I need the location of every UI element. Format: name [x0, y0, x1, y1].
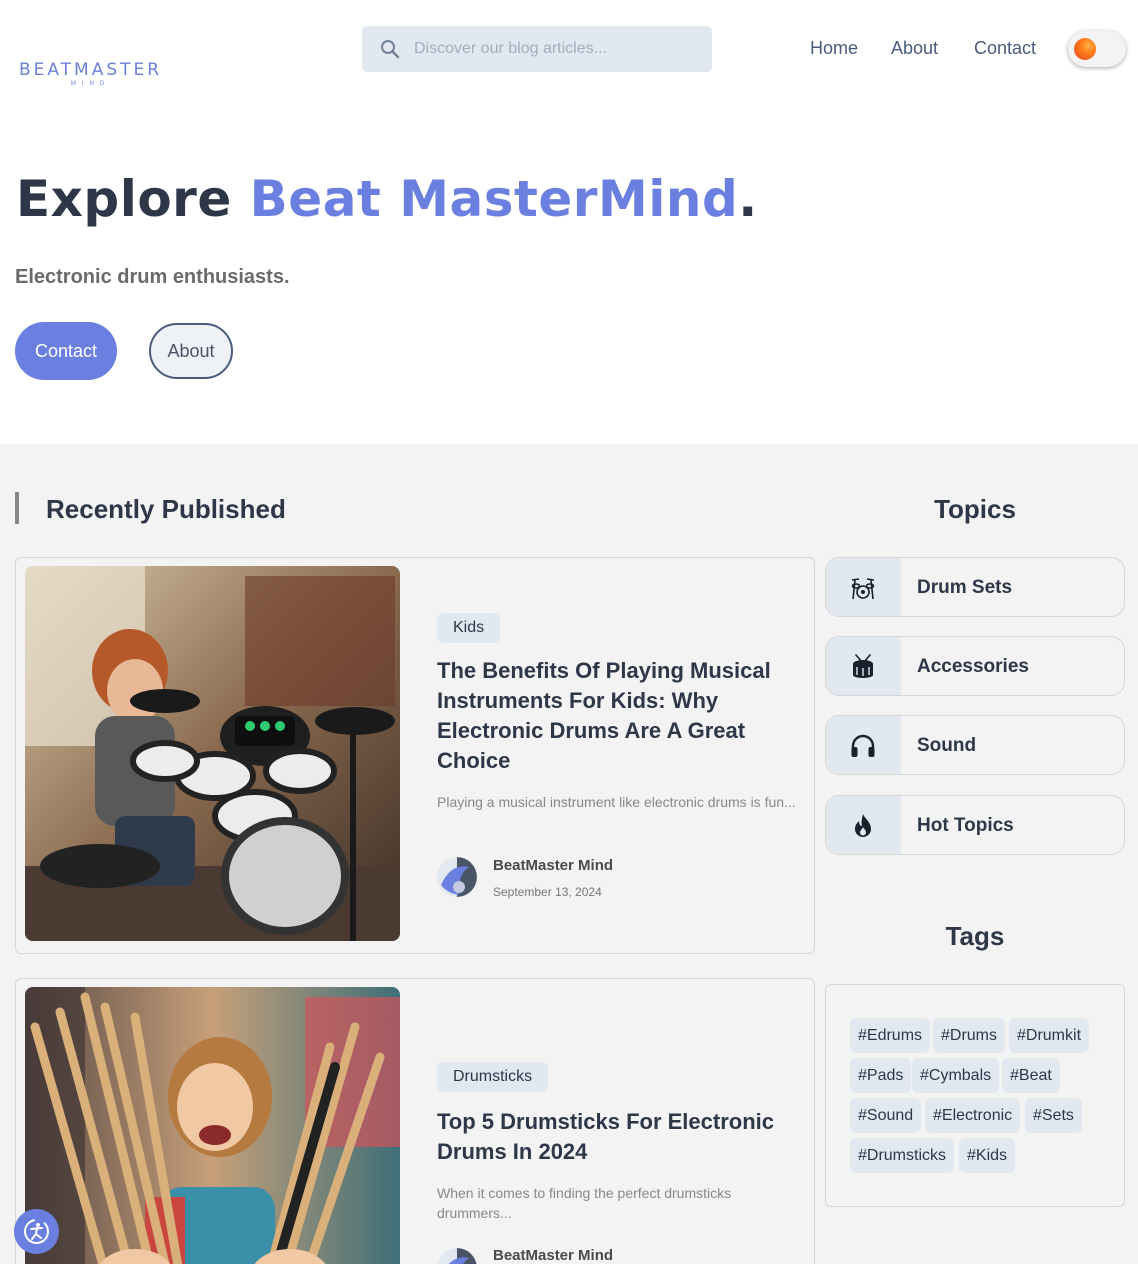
headphones-icon [851, 734, 875, 757]
topic-hot-topics[interactable]: Hot Topics [825, 795, 1125, 855]
post-card[interactable]: Drumsticks Top 5 Drumsticks For Electron… [15, 978, 815, 1264]
hero-title-suffix: . [738, 170, 758, 228]
topic-icon-container [826, 796, 901, 854]
post-title[interactable]: Top 5 Drumsticks For Electronic Drums In… [437, 1107, 787, 1167]
topic-label: Drum Sets [917, 577, 1013, 598]
tag-beat[interactable]: #Beat [1002, 1058, 1060, 1093]
drum-set-icon [851, 578, 875, 600]
accessibility-button[interactable] [14, 1209, 59, 1254]
post-card[interactable]: Kids The Benefits Of Playing Musical Ins… [15, 557, 815, 954]
section-accent-bar [15, 492, 19, 524]
tag-drums[interactable]: #Drums [933, 1018, 1006, 1053]
logo-subtext: MIND [70, 81, 111, 87]
tags-heading: Tags [945, 921, 1005, 951]
fire-icon [855, 814, 871, 837]
nav-contact-link[interactable]: Contact [974, 38, 1036, 59]
sun-icon [1074, 38, 1096, 60]
topic-icon-container [826, 637, 901, 695]
topic-icon-container [826, 558, 901, 616]
search-icon [381, 40, 400, 59]
tags-cloud: #Edrums #Drums #Drumkit #Pads #Cymbals #… [825, 984, 1125, 1207]
search-bar [362, 26, 712, 72]
tag-kids[interactable]: #Kids [959, 1138, 1016, 1173]
post-author[interactable]: BeatMaster Mind [493, 857, 613, 874]
hero-subtitle: Electronic drum enthusiasts. [15, 266, 290, 288]
post-excerpt: Playing a musical instrument like electr… [437, 794, 796, 810]
drum-icon [853, 654, 873, 678]
post-category-tag[interactable]: Kids [437, 613, 501, 643]
hero-title-prefix: Explore [16, 170, 250, 228]
tag-electronic[interactable]: #Electronic [925, 1098, 1021, 1133]
topic-label: Hot Topics [917, 815, 1014, 836]
nav-home-link[interactable]: Home [810, 38, 858, 59]
topic-drum-sets[interactable]: Drum Sets [825, 557, 1125, 617]
author-avatar [437, 1248, 477, 1264]
topic-accessories[interactable]: Accessories [825, 636, 1125, 696]
hero-about-button[interactable]: About [149, 323, 233, 379]
topic-label: Sound [917, 735, 977, 756]
nav-about-link[interactable]: About [891, 38, 938, 59]
tag-pads[interactable]: #Pads [850, 1058, 912, 1093]
post-excerpt: When it comes to finding the perfect dru… [437, 1185, 732, 1221]
post-category-tag[interactable]: Drumsticks [437, 1062, 549, 1092]
tag-sound[interactable]: #Sound [850, 1098, 922, 1133]
site-logo[interactable]: BEATMASTER MIND [18, 8, 163, 88]
post-author[interactable]: BeatMaster Mind [493, 1247, 613, 1264]
hero-title: Explore Beat MasterMind. [16, 170, 758, 228]
content-section: Recently Published Topics Tags Kids The … [0, 444, 1138, 1264]
hero-contact-button[interactable]: Contact [15, 322, 117, 380]
accessibility-icon [24, 1219, 49, 1244]
tag-edrums[interactable]: #Edrums [850, 1018, 931, 1053]
theme-toggle[interactable] [1068, 31, 1126, 67]
post-image-drumsticks[interactable] [25, 987, 400, 1264]
post-date: September 13, 2024 [493, 885, 602, 899]
tag-drumkit[interactable]: #Drumkit [1009, 1018, 1090, 1053]
author-avatar [437, 857, 477, 897]
topic-icon-container [826, 716, 901, 774]
soundwave-logo-icon [20, 9, 162, 55]
tag-cymbals[interactable]: #Cymbals [912, 1058, 1000, 1093]
logo-text: BEATMASTER [18, 60, 163, 80]
hero-title-accent: Beat MasterMind [249, 170, 739, 228]
topic-sound[interactable]: Sound [825, 715, 1125, 775]
tag-sets[interactable]: #Sets [1025, 1098, 1082, 1133]
search-input[interactable] [414, 26, 704, 72]
topics-heading: Topics [934, 494, 1016, 524]
post-title[interactable]: The Benefits Of Playing Musical Instrume… [437, 656, 787, 776]
tag-drumsticks[interactable]: #Drumsticks [850, 1138, 955, 1173]
post-image-kid-drumming[interactable] [25, 566, 400, 941]
topic-label: Accessories [917, 656, 1029, 677]
recently-published-heading: Recently Published [46, 494, 286, 524]
site-header: BEATMASTER MIND Home About Contact [0, 0, 1138, 100]
